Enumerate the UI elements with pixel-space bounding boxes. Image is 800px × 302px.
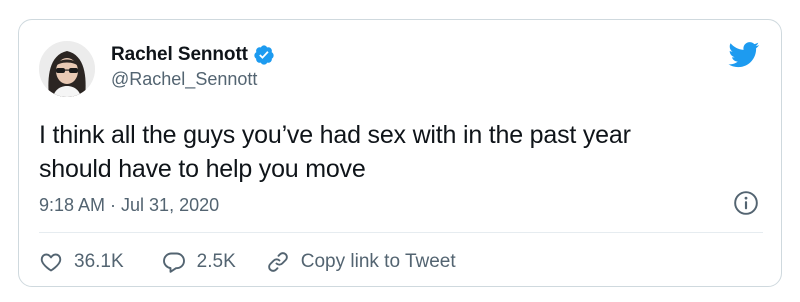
- tweet-actions: 36.1K 2.5K Copy link to Tweet: [39, 248, 456, 276]
- reply-button[interactable]: 2.5K: [162, 250, 236, 274]
- info-icon[interactable]: [733, 190, 759, 216]
- reply-icon: [162, 252, 185, 273]
- link-icon: [267, 252, 288, 272]
- divider: [39, 232, 763, 233]
- tweet-timestamp[interactable]: 9:18 AM · Jul 31, 2020: [39, 195, 219, 216]
- reply-count: 2.5K: [196, 251, 236, 272]
- tweet-text-line: should have to help you move: [39, 155, 366, 183]
- author-handle[interactable]: @Rachel_Sennott: [111, 69, 257, 90]
- verified-badge-icon: [254, 45, 274, 65]
- heart-icon: [40, 253, 62, 272]
- tweet-text: I think all the guys you’ve had sex with…: [39, 118, 739, 186]
- like-count: 36.1K: [74, 251, 124, 272]
- author-display-name[interactable]: Rachel Sennott: [111, 44, 248, 66]
- tweet-text-line: I think all the guys you’ve had sex with…: [39, 121, 631, 149]
- twitter-bird-icon[interactable]: [728, 42, 760, 68]
- copy-link-label: Copy link to Tweet: [300, 251, 456, 272]
- copy-link-button[interactable]: Copy link to Tweet: [266, 250, 456, 274]
- author-name-row[interactable]: Rachel Sennott: [111, 44, 275, 66]
- like-button[interactable]: 36.1K: [39, 250, 124, 274]
- avatar[interactable]: [39, 41, 95, 97]
